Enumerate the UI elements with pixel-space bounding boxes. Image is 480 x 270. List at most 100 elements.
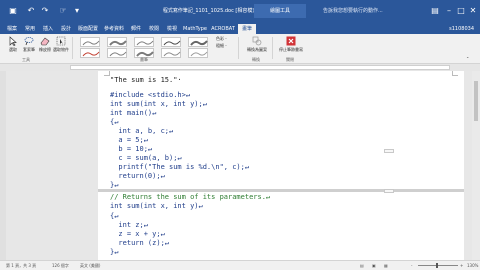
pen-style-swatch[interactable] [107, 48, 127, 58]
zoom-in-button[interactable]: + [460, 262, 463, 270]
pen-style-swatch[interactable] [134, 37, 154, 47]
tab-mathtype[interactable]: MathType [182, 24, 208, 34]
read-mode-icon[interactable]: ▤ [360, 262, 364, 270]
pen-stroke-icon [163, 40, 181, 46]
pen-stroke-icon [190, 40, 208, 46]
pen-style-swatch[interactable] [80, 48, 100, 58]
convert-to-shapes-button[interactable]: 轉換為圖案 [246, 36, 268, 58]
print-layout-icon[interactable]: ▣ [372, 262, 376, 270]
convert-group-label: 轉換 [252, 57, 260, 62]
customize-icon[interactable]: ▾ [72, 6, 82, 16]
pen-color-button[interactable]: 色彩 - [216, 36, 227, 42]
tab-mailings[interactable]: 郵件 [128, 24, 144, 34]
horizontal-ruler [0, 64, 480, 71]
code-line: int a, b, c;↵ [110, 127, 174, 135]
drawing-tools-label: 繪圖工具 [254, 4, 306, 18]
pen-stroke-icon [163, 51, 181, 57]
tab-pens[interactable]: 畫筆 [238, 24, 256, 34]
tab-home[interactable]: 常用 [22, 24, 38, 34]
code-line: int sum(int x, int y)↵ [110, 202, 203, 210]
anchor-marker [384, 149, 394, 153]
stop-ink-icon [286, 36, 296, 46]
pen-style-swatch[interactable] [188, 37, 208, 47]
tab-view[interactable]: 檢視 [164, 24, 180, 34]
stop-inking-button[interactable]: 停止筆跡書寫 [279, 36, 303, 58]
code-line: int main()↵ [110, 109, 157, 117]
vertical-scrollbar[interactable] [472, 71, 480, 260]
pen-style-swatch[interactable] [107, 37, 127, 47]
select-objects-label: 選取物件 [53, 47, 69, 52]
pen-stroke-icon [190, 51, 208, 57]
ribbon-options-icon[interactable]: ▤ [430, 5, 440, 17]
stop-inking-label: 停止筆跡書寫 [279, 47, 303, 52]
close-icon[interactable]: ✕ [468, 5, 478, 17]
ribbon-separator [238, 37, 239, 59]
lasso-icon [24, 37, 34, 46]
ribbon-separator [272, 37, 273, 59]
code-line: printf("The sum is %d.\n", c);↵ [110, 163, 250, 171]
word-window: ▣ ↶ ↷ ☞ ▾ 程式寫作筆記_1101_1025.doc [相容模式] - … [0, 0, 480, 270]
pen-stroke-icon [136, 40, 154, 46]
code-line: a = 5;↵ [110, 136, 148, 144]
tell-me-search[interactable]: 告訴我您想要執行的動作... [323, 7, 383, 15]
zoom-out-button[interactable]: - [411, 262, 412, 270]
status-bar: 第 1 頁，共 3 頁 126 個字 英文 (美國) ▤ ▣ ▦ - + 130… [0, 260, 480, 270]
scrollbar-thumb[interactable] [474, 81, 478, 121]
zoom-slider[interactable] [418, 265, 458, 266]
anchor-marker [384, 189, 394, 193]
pen-stroke-icon [109, 40, 127, 46]
ribbon-separator [72, 37, 73, 59]
user-account[interactable]: s1108034 [449, 24, 474, 34]
maximize-icon[interactable]: □ [456, 5, 466, 17]
pen-style-swatch[interactable] [161, 37, 181, 47]
code-line: }↵ [110, 248, 119, 256]
eraser-icon [40, 37, 50, 46]
tab-references[interactable]: 參考資料 [102, 24, 126, 34]
pen-stroke-icon [82, 40, 100, 46]
save-icon[interactable]: ▣ [8, 6, 18, 16]
collapse-ribbon-icon[interactable]: ⌃ [466, 56, 469, 62]
code-line: "The sum is 15."· [110, 76, 182, 84]
pen-thickness-button[interactable]: 粗細 - [216, 43, 227, 49]
pen-style-swatch[interactable] [80, 37, 100, 47]
code-line: c = sum(a, b);↵ [110, 154, 182, 162]
code-line: return (z);↵ [110, 239, 170, 247]
page-1[interactable]: "The sum is 15."· #include <stdio.h>↵ in… [98, 71, 464, 189]
web-layout-icon[interactable]: ▦ [384, 262, 388, 270]
ruler-strip[interactable] [70, 65, 450, 70]
title-bar: ▣ ↶ ↷ ☞ ▾ 程式寫作筆記_1101_1025.doc [相容模式] - … [0, 0, 480, 24]
pen-style-swatch[interactable] [161, 48, 181, 58]
pens-group-label: 畫筆 [140, 57, 148, 62]
select-objects-button[interactable]: 選取物件 [52, 36, 70, 58]
zoom-level[interactable]: 130% [467, 262, 478, 270]
close-group-label: 關閉 [286, 57, 294, 62]
tab-layout[interactable]: 版面配置 [76, 24, 100, 34]
code-comment-line: // Returns the sum of its parameters.↵ [110, 193, 271, 201]
code-line: return(0);↵ [110, 172, 165, 180]
code-line: int sum(int x, int y);↵ [110, 100, 207, 108]
convert-label: 轉換為圖案 [247, 47, 267, 52]
zoom-slider-thumb[interactable] [436, 263, 438, 268]
word-count[interactable]: 126 個字 [52, 262, 69, 270]
code-line: int z;↵ [110, 221, 148, 229]
page-count[interactable]: 第 1 頁，共 3 頁 [6, 262, 36, 270]
page-2[interactable]: // Returns the sum of its parameters.↵ i… [98, 189, 464, 260]
language-indicator[interactable]: 英文 (美國) [80, 262, 100, 270]
pen-stroke-icon [82, 51, 100, 57]
code-line: b = 10;↵ [110, 145, 153, 153]
select-objects-icon [56, 36, 66, 46]
tab-review[interactable]: 校閱 [146, 24, 162, 34]
tab-insert[interactable]: 插入 [40, 24, 56, 34]
pen-style-swatch[interactable] [188, 48, 208, 58]
touch-mode-icon[interactable]: ☞ [58, 6, 68, 16]
code-line: {↵ [110, 118, 119, 126]
code-line: z = x + y;↵ [110, 230, 165, 238]
tab-file[interactable]: 檔案 [4, 24, 20, 34]
minimize-icon[interactable]: – [444, 5, 454, 17]
document-area: "The sum is 15."· #include <stdio.h>↵ in… [0, 71, 472, 260]
code-line: #include <stdio.h>↵ [110, 91, 191, 99]
tab-acrobat[interactable]: ACROBAT [210, 24, 236, 34]
undo-icon[interactable]: ↶ [26, 6, 36, 16]
redo-icon[interactable]: ↷ [40, 6, 50, 16]
tab-design[interactable]: 設計 [58, 24, 74, 34]
